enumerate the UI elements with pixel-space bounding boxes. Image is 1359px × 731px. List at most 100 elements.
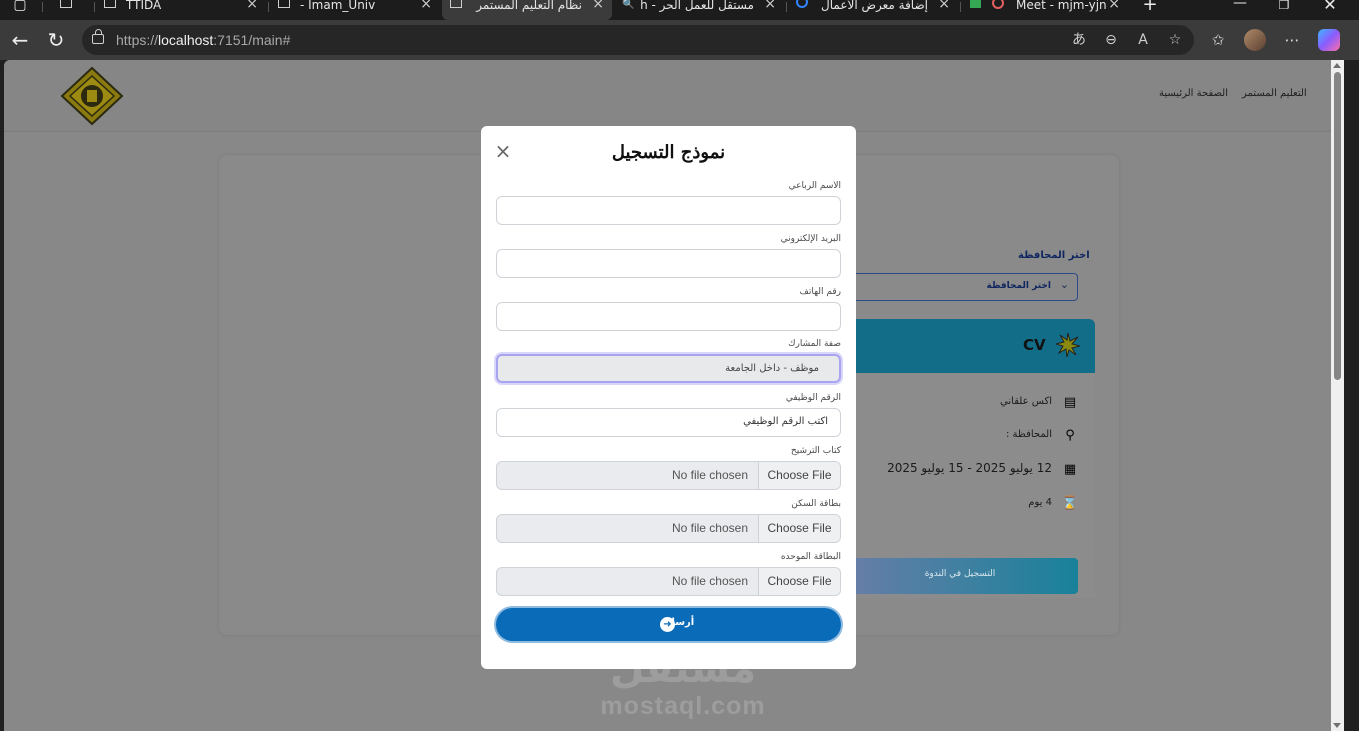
more-icon[interactable]: ⋯ (1282, 30, 1302, 50)
file-status: No file chosen (671, 574, 748, 588)
scroll-thumb[interactable] (1334, 72, 1341, 380)
phone-input[interactable] (496, 302, 841, 331)
notebook-icon: ▤ (1063, 395, 1077, 410)
tab-label: إضافة معرض الأعمال (821, 0, 928, 12)
full-name-input[interactable] (496, 196, 841, 225)
full-name-label: الاسم الرباعي (788, 181, 841, 191)
url-text[interactable]: https://localhost:7151/main# (116, 32, 290, 48)
tab-separator (268, 2, 269, 12)
burst-icon (1056, 333, 1080, 357)
tab-separator (786, 2, 787, 12)
recording-icon (992, 0, 1004, 9)
tab-separator (42, 2, 43, 12)
close-icon[interactable]: × (420, 0, 432, 11)
tab-mostaql[interactable]: 🔍 مستقل للعمل الحر - h × (614, 0, 784, 20)
site-header: التعليم المستمر الصفحة الرئيسية (4, 60, 1331, 132)
file-status: No file chosen (671, 521, 748, 535)
nomination-letter-file-input[interactable]: Choose File No file chosen (496, 461, 841, 490)
submit-button[interactable]: أرسال ➜ (496, 608, 841, 641)
profile-avatar[interactable] (1244, 29, 1266, 51)
tab-separator (94, 2, 95, 12)
nomination-letter-label: كتاب الترشيح (790, 446, 841, 456)
tab-strip: ▢ TTIDA × - Imam_Univ × نظام التعليم الم… (0, 0, 1359, 20)
minimize-icon[interactable]: — (1228, 0, 1252, 15)
choose-file-button[interactable]: Choose File (758, 515, 840, 542)
register-course-button[interactable]: التسجيل في الندوة (842, 558, 1078, 594)
browser-toolbar: ← ↻ https://localhost:7151/main# あ ⊖ A ☆… (0, 20, 1359, 60)
unified-card-label: البطاقة الموحده (780, 552, 841, 562)
location-pin-icon: ⚲ (1065, 428, 1075, 443)
tab-blank[interactable] (52, 0, 92, 20)
course-governorate: المحافظة : (1005, 429, 1052, 440)
tab-continuing-education[interactable]: نظام التعليم المستمر × (442, 0, 612, 20)
restore-icon[interactable]: ❐ (1272, 0, 1296, 17)
window-edge (1344, 60, 1359, 731)
page-icon (450, 0, 462, 8)
tab-label: نظام التعليم المستمر (476, 0, 582, 12)
course-trainer-row: ▤ اكس علقاني (844, 393, 1084, 413)
course-duration: 4 يوم (1028, 497, 1052, 508)
governorate-label: اختر المحافظة (1018, 250, 1090, 261)
residence-card-label: بطاقة السكن (791, 499, 841, 509)
page-icon (60, 0, 72, 8)
choose-file-button[interactable]: Choose File (758, 568, 840, 595)
employee-id-label: الرقم الوظيفي (785, 393, 841, 403)
nav-continuing-education[interactable]: التعليم المستمر (1242, 88, 1307, 99)
residence-card-file-input[interactable]: Choose File No file chosen (496, 514, 841, 543)
new-tab-icon[interactable]: + (1138, 0, 1162, 17)
tab-label: Meet - mjm-yjn (1016, 0, 1107, 12)
translate-icon[interactable]: あ (1070, 31, 1088, 49)
course-title: CV (1023, 336, 1046, 354)
email-input[interactable] (496, 249, 841, 278)
scroll-down-icon[interactable] (1333, 723, 1341, 728)
page-icon (104, 0, 116, 8)
employee-id-input[interactable]: اكتب الرقم الوظيفي (496, 408, 841, 437)
choose-file-button[interactable]: Choose File (758, 462, 840, 489)
course-dates: 12 يوليو 2025 - 15 يوليو 2025 (887, 461, 1052, 475)
file-status: No file chosen (671, 468, 748, 482)
close-icon[interactable]: × (246, 0, 258, 11)
refresh-icon[interactable]: ↻ (44, 28, 68, 52)
close-icon[interactable]: × (764, 0, 776, 11)
close-icon[interactable]: × (493, 141, 513, 161)
course-dates-row: ▦ 12 يوليو 2025 - 15 يوليو 2025 (844, 460, 1084, 480)
close-icon[interactable]: × (938, 0, 950, 11)
close-window-icon[interactable]: ✕ (1318, 0, 1342, 17)
tab-portfolio[interactable]: إضافة معرض الأعمال × (788, 0, 958, 20)
scroll-up-icon[interactable] (1333, 63, 1341, 68)
tab-label: - Imam_Univ (300, 0, 376, 12)
lock-icon (92, 29, 104, 44)
back-icon[interactable]: ← (8, 28, 32, 52)
favorites-icon[interactable]: ✩ (1208, 30, 1228, 50)
phone-label: رقم الهاتف (799, 287, 841, 297)
course-governorate-row: ⚲ المحافظة : (844, 426, 1084, 446)
close-icon[interactable]: × (592, 0, 604, 11)
zoom-icon[interactable]: ⊖ (1102, 31, 1120, 49)
page-scrollbar[interactable] (1331, 60, 1344, 731)
course-duration-row: ⌛ 4 يوم (844, 494, 1084, 514)
modal-title: نموذج التسجيل (611, 142, 726, 163)
participant-type-label: صفة المشارك (788, 339, 841, 349)
read-aloud-icon[interactable]: A (1134, 31, 1152, 49)
chevron-down-icon: ⌄ (1059, 278, 1069, 291)
close-icon[interactable]: × (1108, 0, 1120, 11)
tab-imam-univ[interactable]: - Imam_Univ × (270, 0, 440, 20)
nav-home[interactable]: الصفحة الرئيسية (1159, 88, 1228, 99)
course-trainer: اكس علقاني (1000, 396, 1052, 407)
unified-card-file-input[interactable]: Choose File No file chosen (496, 567, 841, 596)
page-icon (278, 0, 290, 8)
tab-meet[interactable]: Meet - mjm-yjn × (962, 0, 1128, 20)
calendar-icon: ▦ (1063, 462, 1077, 477)
register-course-label: التسجيل في الندوة (924, 569, 996, 579)
tab-ttida[interactable]: TTIDA × (96, 0, 266, 20)
sidebar-toggle-icon[interactable]: ▢ (8, 0, 32, 17)
employee-id-placeholder: اكتب الرقم الوظيفي (743, 416, 828, 427)
copilot-icon[interactable] (1318, 29, 1340, 51)
participant-type-select[interactable]: موظف - داخل الجامعة (496, 354, 841, 383)
address-bar[interactable]: https://localhost:7151/main# あ ⊖ A ☆ (82, 25, 1194, 55)
university-logo[interactable] (60, 66, 124, 126)
governorate-select[interactable]: اختر المحافظة ⌄ (844, 273, 1078, 301)
favorite-star-icon[interactable]: ☆ (1166, 31, 1184, 49)
meet-icon (970, 0, 981, 8)
tab-label: مستقل للعمل الحر - h (640, 0, 754, 12)
